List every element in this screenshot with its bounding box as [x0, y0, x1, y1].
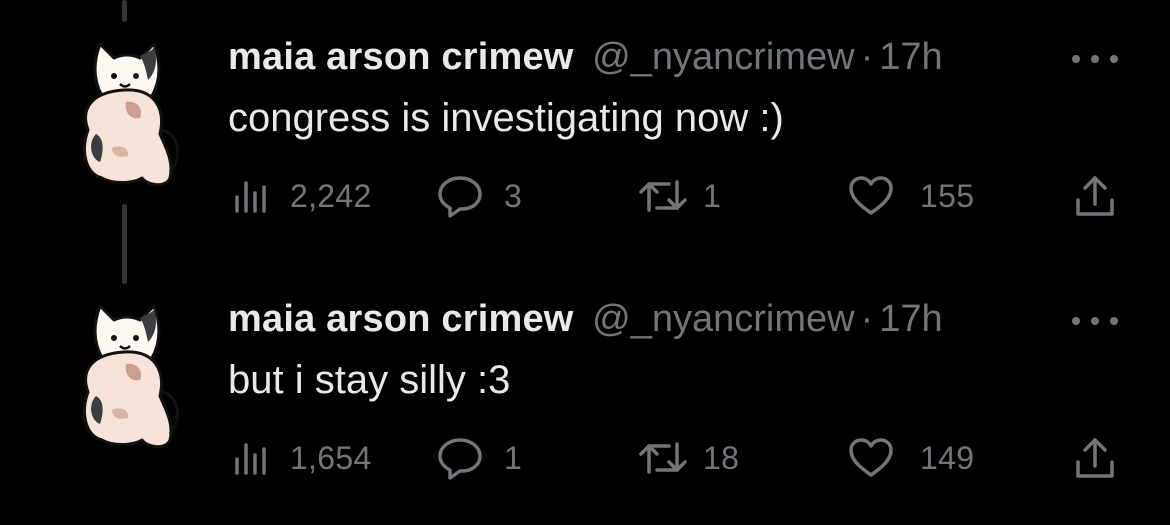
- repost-button[interactable]: 18: [637, 428, 739, 488]
- tweet-actions: 2,242 3 1 155: [0, 166, 1170, 226]
- share-button[interactable]: [1074, 166, 1116, 226]
- tweet-timestamp[interactable]: 17h: [879, 36, 942, 78]
- views-button[interactable]: 1,654: [232, 428, 372, 488]
- author-name[interactable]: maia arson crimew: [228, 36, 574, 78]
- repost-button[interactable]: 1: [637, 166, 721, 226]
- tweet-actions: 1,654 1 18 149: [0, 428, 1170, 488]
- tweet-header: maia arson crimew @_nyancrimew · 17h: [228, 34, 943, 80]
- repost-icon: [639, 442, 687, 474]
- more-icon[interactable]: [1072, 314, 1118, 328]
- views-button[interactable]: 2,242: [232, 166, 372, 226]
- reply-count: 3: [504, 177, 523, 214]
- reply-icon: [438, 438, 482, 480]
- reply-count: 1: [504, 439, 523, 476]
- like-icon: [849, 438, 893, 477]
- views-count: 1,654: [290, 439, 372, 476]
- author-handle[interactable]: @_nyancrimew: [592, 298, 854, 340]
- tweet-text: but i stay silly :3: [228, 358, 511, 402]
- more-icon[interactable]: [1072, 52, 1118, 66]
- like-count: 155: [920, 177, 975, 214]
- reply-button[interactable]: 1: [436, 428, 522, 488]
- repost-count: 1: [703, 177, 722, 214]
- repost-icon: [639, 180, 687, 212]
- reply-button[interactable]: 3: [436, 166, 522, 226]
- tweet[interactable]: maia arson crimew @_nyancrimew · 17h but i…: [0, 262, 1170, 524]
- tweet-timestamp[interactable]: 17h: [879, 298, 942, 340]
- separator-dot: ·: [860, 36, 874, 78]
- views-count: 2,242: [290, 177, 372, 214]
- like-count: 149: [920, 439, 975, 476]
- author-handle[interactable]: @_nyancrimew: [592, 36, 854, 78]
- share-icon: [1076, 176, 1114, 216]
- like-icon: [849, 176, 893, 215]
- author-name[interactable]: maia arson crimew: [228, 298, 574, 340]
- tweet-header: maia arson crimew @_nyancrimew · 17h: [228, 296, 943, 342]
- views-icon: [235, 181, 266, 213]
- tweet[interactable]: maia arson crimew @_nyancrimew · 17h congr…: [0, 0, 1170, 262]
- share-button[interactable]: [1074, 428, 1116, 488]
- separator-dot: ·: [860, 298, 874, 340]
- views-icon: [235, 443, 266, 475]
- tweet-thread: maia arson crimew @_nyancrimew · 17h congr…: [0, 0, 1170, 525]
- share-icon: [1076, 438, 1114, 478]
- reply-icon: [438, 176, 482, 218]
- like-button[interactable]: 155: [848, 166, 974, 226]
- repost-count: 18: [703, 439, 740, 476]
- like-button[interactable]: 149: [848, 428, 974, 488]
- tweet-text: congress is investigating now :): [228, 96, 784, 140]
